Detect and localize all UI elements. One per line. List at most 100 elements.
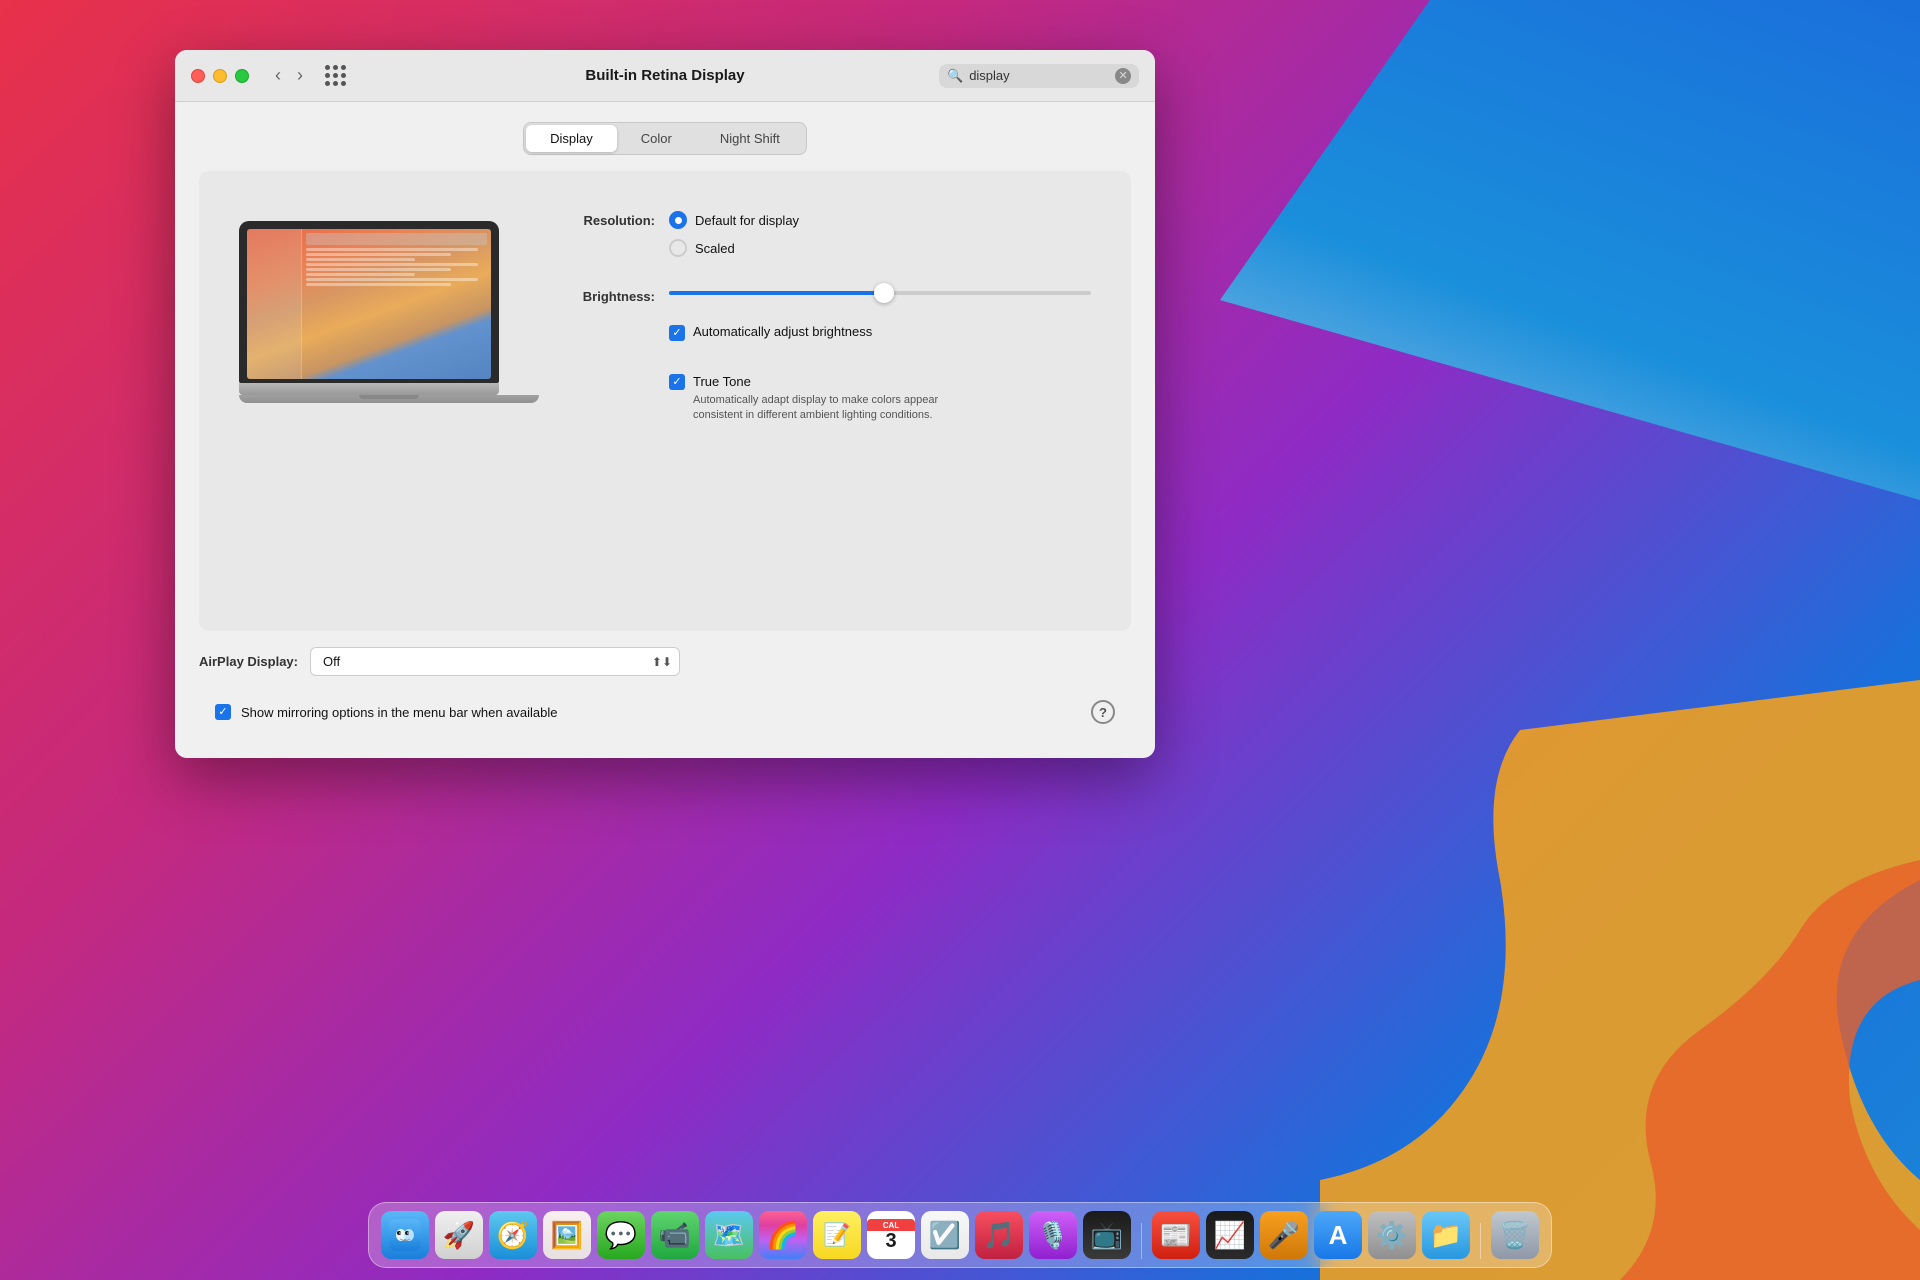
search-input[interactable] — [969, 68, 1109, 83]
true-tone-text: True Tone Automatically adapt display to… — [693, 373, 973, 424]
screen-line — [306, 268, 451, 271]
brightness-slider-thumb[interactable] — [874, 283, 894, 303]
background-bottom-right — [1320, 680, 1920, 1280]
dock-icon-news[interactable]: 📰 — [1152, 1211, 1200, 1259]
dock-icon-photos[interactable]: 🖼️ — [543, 1211, 591, 1259]
dock-icon-podcasts[interactable]: 🎙️ — [1029, 1211, 1077, 1259]
laptop-base — [239, 383, 499, 395]
dock-icon-music[interactable]: 🎵 — [975, 1211, 1023, 1259]
main-window: ‹ › Built-in Retina Display 🔍 ✕ Display … — [175, 50, 1155, 758]
dock-icon-maps[interactable]: 🗺️ — [705, 1211, 753, 1259]
search-clear-button[interactable]: ✕ — [1115, 68, 1131, 84]
resolution-default-option[interactable]: Default for display — [669, 211, 1091, 229]
search-bar: 🔍 ✕ — [939, 64, 1139, 88]
dock-divider — [1141, 1223, 1142, 1259]
airplay-label: AirPlay Display: — [199, 654, 298, 669]
search-icon: 🔍 — [947, 68, 963, 84]
maximize-button[interactable] — [235, 69, 249, 83]
forward-button[interactable]: › — [291, 63, 309, 88]
minimize-button[interactable] — [213, 69, 227, 83]
dock-icon-facetime[interactable]: 📹 — [651, 1211, 699, 1259]
laptop-illustration — [239, 201, 499, 403]
dock-icon-reminders[interactable]: ☑️ — [921, 1211, 969, 1259]
dock-icon-appletv[interactable]: 📺 — [1083, 1211, 1131, 1259]
screen-content — [247, 229, 491, 379]
screen-sidebar — [247, 229, 302, 379]
dock-icon-keynote[interactable]: 🎤 — [1260, 1211, 1308, 1259]
auto-brightness-option[interactable]: ✓ Automatically adjust brightness — [669, 324, 1091, 341]
traffic-lights — [191, 69, 249, 83]
dock-icon-stocks[interactable]: 📈 — [1206, 1211, 1254, 1259]
show-mirroring-checkbox[interactable]: ✓ — [215, 704, 231, 720]
laptop-screen — [247, 229, 491, 379]
settings-panel: Resolution: Default for display Scaled — [559, 201, 1091, 456]
tabs-container: Display Color Night Shift — [199, 122, 1131, 155]
screen-line — [306, 263, 478, 266]
screen-line — [306, 283, 451, 286]
airplay-row: AirPlay Display: Off On ⬆⬇ — [199, 631, 1131, 686]
resolution-label: Resolution: — [559, 211, 669, 228]
dock-icon-photos2[interactable]: 🌈 — [759, 1211, 807, 1259]
brightness-label: Brightness: — [559, 287, 669, 304]
true-tone-checkmark: ✓ — [672, 377, 681, 388]
tab-color[interactable]: Color — [617, 125, 696, 152]
tabs: Display Color Night Shift — [523, 122, 807, 155]
dock-icon-finder2[interactable]: 📁 — [1422, 1211, 1470, 1259]
resolution-scaled-radio[interactable] — [669, 239, 687, 257]
checkbox-checkmark: ✓ — [672, 328, 681, 339]
auto-brightness-spacer — [559, 324, 669, 326]
dock: 🚀 🧭 🖼️ 💬 📹 🗺️ 🌈 📝 CAL 3 ☑️ 🎵 🎙️ 📺 📰 📈 🎤 … — [368, 1202, 1552, 1268]
dock-icon-calendar[interactable]: CAL 3 — [867, 1211, 915, 1259]
radio-inner — [675, 217, 682, 224]
resolution-row: Resolution: Default for display Scaled — [559, 211, 1091, 267]
dock-icon-trash[interactable]: 🗑️ — [1491, 1211, 1539, 1259]
window-title: Built-in Retina Display — [585, 67, 744, 84]
brightness-slider-fill — [669, 291, 888, 295]
auto-brightness-control: ✓ Automatically adjust brightness — [669, 324, 1091, 353]
screen-line — [306, 273, 415, 276]
true-tone-option[interactable]: ✓ True Tone Automatically adapt display … — [669, 373, 1091, 424]
resolution-default-radio[interactable] — [669, 211, 687, 229]
mirroring-checkmark: ✓ — [218, 707, 227, 718]
screen-line — [306, 278, 478, 281]
auto-brightness-checkbox[interactable]: ✓ — [669, 325, 685, 341]
screen-line — [306, 253, 451, 256]
display-panel: Resolution: Default for display Scaled — [199, 171, 1131, 631]
close-button[interactable] — [191, 69, 205, 83]
screen-line — [306, 248, 478, 251]
dock-icon-safari[interactable]: 🧭 — [489, 1211, 537, 1259]
laptop-screen-outer — [239, 221, 499, 383]
laptop — [239, 221, 499, 403]
dock-icon-messages[interactable]: 💬 — [597, 1211, 645, 1259]
dock-icon-finder[interactable] — [381, 1211, 429, 1259]
help-button[interactable]: ? — [1091, 700, 1115, 724]
brightness-row: Brightness: — [559, 287, 1091, 304]
true-tone-description: Automatically adapt display to make colo… — [693, 393, 973, 424]
true-tone-row: ✓ True Tone Automatically adapt display … — [559, 373, 1091, 436]
grid-icon — [325, 65, 346, 86]
brightness-slider-track — [669, 291, 1091, 295]
airplay-select[interactable]: Off On — [310, 647, 680, 676]
laptop-bottom — [239, 395, 539, 403]
true-tone-checkbox[interactable]: ✓ — [669, 374, 685, 390]
resolution-control: Default for display Scaled — [669, 211, 1091, 267]
true-tone-spacer — [559, 373, 669, 375]
content-area: Display Color Night Shift — [175, 102, 1155, 758]
dock-icon-notes[interactable]: 📝 — [813, 1211, 861, 1259]
airplay-select-wrapper: Off On ⬆⬇ — [310, 647, 680, 676]
dock-divider2 — [1480, 1223, 1481, 1259]
resolution-scaled-option[interactable]: Scaled — [669, 239, 1091, 257]
show-mirroring-label: Show mirroring options in the menu bar w… — [241, 705, 558, 720]
screen-line — [306, 258, 415, 261]
titlebar: ‹ › Built-in Retina Display 🔍 ✕ — [175, 50, 1155, 102]
tab-night-shift[interactable]: Night Shift — [696, 125, 804, 152]
auto-brightness-label: Automatically adjust brightness — [693, 324, 872, 339]
resolution-default-label: Default for display — [695, 213, 799, 228]
grid-button[interactable] — [321, 61, 350, 90]
dock-icon-launchpad[interactable]: 🚀 — [435, 1211, 483, 1259]
tab-display[interactable]: Display — [526, 125, 617, 152]
dock-icon-system-preferences[interactable]: ⚙️ — [1368, 1211, 1416, 1259]
dock-icon-appstore[interactable]: A — [1314, 1211, 1362, 1259]
true-tone-label: True Tone — [693, 374, 751, 389]
back-button[interactable]: ‹ — [269, 63, 287, 88]
